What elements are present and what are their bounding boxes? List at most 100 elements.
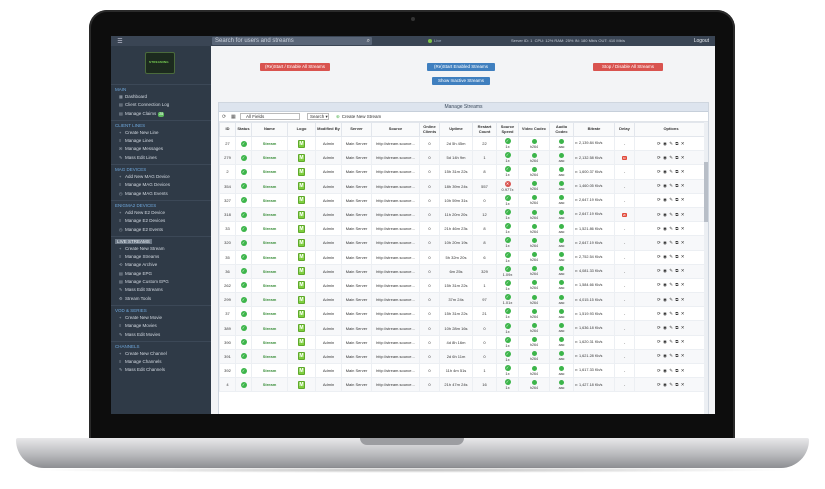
table-row[interactable]: 27 ✓ Stream M Admin Main Server http://stream.…: [219, 135, 708, 152]
column-header[interactable]: Options: [634, 122, 708, 137]
show-inactive-button[interactable]: Show Inactive Streams: [432, 77, 490, 85]
options-cell[interactable]: ⟳ ◉ ✎ ⧉ ✕: [634, 150, 708, 166]
name-cell[interactable]: Stream: [251, 377, 288, 393]
table-row[interactable]: 37 ✓ Stream M Admin Main Server http://stream.…: [219, 306, 708, 322]
nav-create-line[interactable]: + Create New Line: [111, 129, 211, 137]
column-header[interactable]: Delay: [614, 122, 635, 137]
name-cell[interactable]: Stream: [251, 164, 288, 180]
nav-mass-edit-channels[interactable]: ✎ Mass Edit Channels: [111, 366, 211, 374]
options-cell[interactable]: ⟳ ◉ ✎ ⧉ ✕: [634, 135, 708, 152]
table-row[interactable]: 35 ✓ Stream M Admin Main Server http://stream.…: [219, 249, 708, 265]
name-cell[interactable]: Stream: [251, 235, 288, 251]
search-button[interactable]: Search ▾: [307, 113, 329, 120]
scroll-thumb[interactable]: [704, 162, 708, 222]
filter-select[interactable]: All Fields: [240, 113, 300, 120]
name-cell[interactable]: Stream: [251, 221, 288, 237]
options-cell[interactable]: ⟳ ◉ ✎ ⧉ ✕: [634, 320, 708, 336]
column-header[interactable]: Audio Codec: [549, 122, 574, 137]
nav-manage-custom-epg[interactable]: ▤ Manage Custom EPG: [111, 278, 211, 286]
nav-manage-messages[interactable]: ✉ Manage Messages: [111, 145, 211, 153]
options-cell[interactable]: ⟳ ◉ ✎ ⧉ ✕: [634, 377, 708, 393]
nav-manage-lines[interactable]: ≡ Manage Lines: [111, 137, 211, 145]
table-row[interactable]: 279 ✓ Stream M Admin Main Server http://stream…: [219, 150, 708, 166]
column-header[interactable]: ID: [219, 122, 236, 137]
restart-enabled-button[interactable]: (Re)Start Enabled Streams: [427, 63, 495, 71]
nav-stream-tools[interactable]: ⚙ Stream Tools: [111, 295, 211, 303]
name-cell[interactable]: Stream: [251, 292, 288, 308]
options-cell[interactable]: ⟳ ◉ ✎ ⧉ ✕: [634, 221, 708, 237]
name-cell[interactable]: Stream: [251, 135, 288, 152]
options-cell[interactable]: ⟳ ◉ ✎ ⧉ ✕: [634, 164, 708, 180]
table-row[interactable]: 36 ✓ Stream M Admin Main Server http://stream.…: [219, 263, 708, 279]
table-row[interactable]: 327 ✓ Stream M Admin Main Server http://stream…: [219, 192, 708, 208]
options-cell[interactable]: ⟳ ◉ ✎ ⧉ ✕: [634, 249, 708, 265]
table-row[interactable]: 2 ✓ Stream M Admin Main Server http://stream.s…: [219, 164, 708, 180]
table-row[interactable]: 299 ✓ Stream M Admin Main Server http://stream…: [219, 292, 708, 308]
table-row[interactable]: 320 ✓ Stream M Admin Main Server http://stream…: [219, 235, 708, 251]
options-cell[interactable]: ⟳ ◉ ✎ ⧉ ✕: [634, 334, 708, 350]
stop-all-button[interactable]: Stop / Disable All Streams: [593, 63, 663, 71]
options-cell[interactable]: ⟳ ◉ ✎ ⧉ ✕: [634, 192, 708, 208]
nav-mag-events[interactable]: ◷ Manage MAG Events: [111, 190, 211, 198]
options-cell[interactable]: ⟳ ◉ ✎ ⧉ ✕: [634, 348, 708, 365]
table-row[interactable]: 392 ✓ Stream M Admin Main Server http://stream…: [219, 362, 708, 379]
nav-manage-streams[interactable]: ≡ Manage Streams: [111, 253, 211, 261]
table-row[interactable]: 354 ✓ Stream M Admin Main Server http://stream…: [219, 178, 708, 194]
name-cell[interactable]: Stream: [251, 348, 288, 365]
table-row[interactable]: 33 ✓ Stream M Admin Main Server http://stream.…: [219, 221, 708, 237]
nav-manage-movies[interactable]: ≡ Manage Movies: [111, 322, 211, 330]
nav-create-channel[interactable]: + Create New Channel: [111, 350, 211, 358]
nav-manage-epg[interactable]: ▤ Manage EPG: [111, 270, 211, 278]
table-row[interactable]: 262 ✓ Stream M Admin Main Server http://stream…: [219, 277, 708, 294]
columns-icon[interactable]: ▦: [231, 114, 236, 120]
nav-dashboard[interactable]: ▦ Dashboard: [111, 93, 211, 101]
nav-create-movie[interactable]: + Create New Movie: [111, 314, 211, 322]
table-row[interactable]: 390 ✓ Stream M Admin Main Server http://stream…: [219, 334, 708, 350]
nav-e2-events[interactable]: ◷ Manage E2 Events: [111, 226, 211, 234]
name-cell[interactable]: Stream: [251, 277, 288, 294]
options-cell[interactable]: ⟳ ◉ ✎ ⧉ ✕: [634, 362, 708, 379]
options-cell[interactable]: ⟳ ◉ ✎ ⧉ ✕: [634, 178, 708, 194]
table-row[interactable]: 318 ✓ Stream M Admin Main Server http://stream…: [219, 206, 708, 223]
options-cell[interactable]: ⟳ ◉ ✎ ⧉ ✕: [634, 206, 708, 223]
column-header[interactable]: Source Speed: [496, 122, 519, 137]
logout-link[interactable]: Logout: [694, 38, 709, 44]
nav-mass-edit-lines[interactable]: ✎ Mass Edit Lines: [111, 154, 211, 162]
name-cell[interactable]: Stream: [251, 192, 288, 208]
options-cell[interactable]: ⟳ ◉ ✎ ⧉ ✕: [634, 292, 708, 308]
name-cell[interactable]: Stream: [251, 362, 288, 379]
options-cell[interactable]: ⟳ ◉ ✎ ⧉ ✕: [634, 235, 708, 251]
refresh-icon[interactable]: ⟳: [222, 114, 226, 120]
column-header[interactable]: Logo: [287, 122, 316, 137]
column-header[interactable]: Name: [251, 122, 288, 137]
options-cell[interactable]: ⟳ ◉ ✎ ⧉ ✕: [634, 263, 708, 279]
nav-create-stream[interactable]: + Create New Stream: [111, 245, 211, 253]
name-cell[interactable]: Stream: [251, 306, 288, 322]
restart-all-button[interactable]: (Re)Start / Enable All Streams: [260, 63, 330, 71]
nav-manage-e2[interactable]: ≡ Manage E2 Devices: [111, 217, 211, 225]
nav-mass-edit-movies[interactable]: ✎ Mass Edit Movies: [111, 331, 211, 339]
name-cell[interactable]: Stream: [251, 320, 288, 336]
global-search-input[interactable]: Search for users and streams ⌕: [212, 37, 372, 45]
table-scrollbar[interactable]: [704, 122, 708, 414]
name-cell[interactable]: Stream: [251, 263, 288, 279]
nav-add-e2[interactable]: + Add New E2 Device: [111, 209, 211, 217]
nav-manage-archive[interactable]: ⟲ Manage Archive: [111, 261, 211, 269]
table-row[interactable]: 389 ✓ Stream M Admin Main Server http://stream…: [219, 320, 708, 336]
name-cell[interactable]: Stream: [251, 206, 288, 223]
nav-manage-channels[interactable]: ≡ Manage Channels: [111, 358, 211, 366]
create-stream-link[interactable]: ⊕ Create New Stream: [336, 113, 381, 120]
nav-mass-edit-streams[interactable]: ✎ Mass Edit Streams: [111, 286, 211, 294]
column-header[interactable]: Source: [371, 122, 420, 137]
nav-client-log[interactable]: ▤ Client Connection Log: [111, 101, 211, 109]
column-header[interactable]: Video Codec: [518, 122, 550, 137]
name-cell[interactable]: Stream: [251, 249, 288, 265]
column-header[interactable]: Uptime: [439, 122, 473, 137]
column-header[interactable]: Bitrate: [573, 122, 615, 137]
nav-manage-claims[interactable]: ▤ Manage Claims 28: [111, 110, 211, 118]
column-header[interactable]: Status: [235, 122, 252, 137]
name-cell[interactable]: Stream: [251, 150, 288, 166]
column-header[interactable]: Server: [341, 122, 372, 137]
table-row[interactable]: 4 ✓ Stream M Admin Main Server http://stream.s…: [219, 377, 708, 393]
column-header[interactable]: Online Clients: [419, 122, 440, 137]
